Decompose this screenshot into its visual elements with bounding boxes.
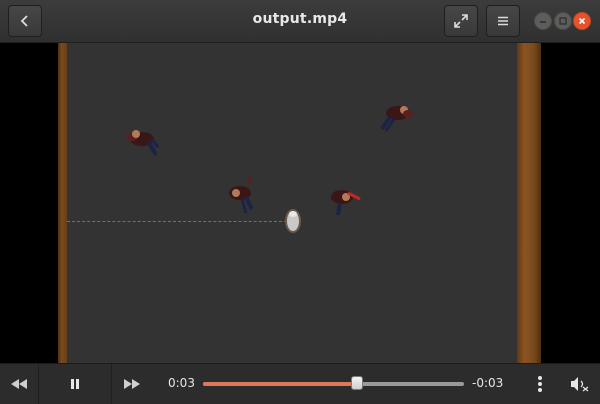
video-person [126,130,160,156]
more-vertical-icon [538,376,542,392]
volume-button[interactable] [566,364,594,404]
seek-bar-progress [203,382,357,386]
close-button[interactable] [573,12,591,30]
skip-forward-icon [124,379,140,389]
back-button[interactable] [8,5,42,37]
skip-back-icon [11,379,27,389]
close-icon [578,17,586,25]
video-robot [285,209,301,233]
next-button[interactable] [112,364,152,404]
minimize-button[interactable] [534,12,552,30]
video-person [331,190,361,216]
video-left-wall [58,43,67,363]
maximize-icon [559,17,567,25]
more-options-button[interactable] [528,364,552,404]
menu-button[interactable] [486,5,520,37]
playback-controls: 0:03 -0:03 [0,363,600,404]
menu-icon [498,16,508,26]
maximize-button[interactable] [554,12,572,30]
remaining-time: -0:03 [472,376,504,390]
video-person [229,176,254,214]
elapsed-time: 0:03 [168,376,195,390]
back-arrow-icon [20,15,28,27]
video-frame[interactable] [0,43,600,363]
header-bar: output.mp4 [0,0,600,43]
video-right-wall [517,43,541,363]
pause-button[interactable] [39,364,111,404]
video-floor [67,43,517,363]
video-path-trail [67,221,287,222]
seek-bar[interactable] [203,376,464,390]
video-person [380,106,413,132]
volume-muted-icon [571,377,589,392]
seek-bar-handle[interactable] [350,376,363,390]
fullscreen-icon [454,14,468,28]
previous-button[interactable] [0,364,38,404]
minimize-icon [540,21,546,23]
fullscreen-button[interactable] [444,5,478,37]
pause-icon [71,379,79,389]
